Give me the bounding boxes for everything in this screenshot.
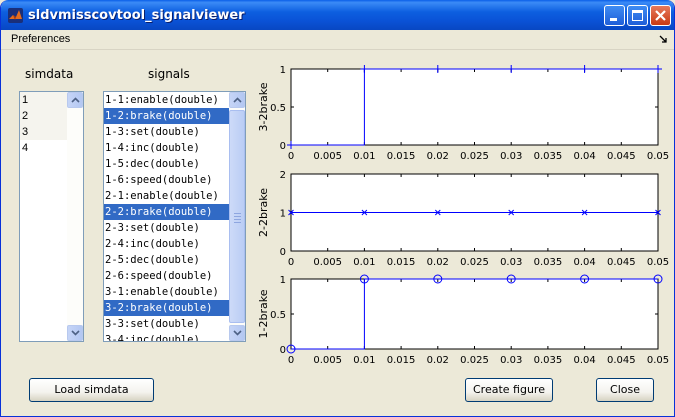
- y-tick-label: 0: [280, 345, 286, 356]
- x-tick-label: 0.03: [500, 355, 522, 366]
- close-button[interactable]: Close: [596, 378, 654, 402]
- y-tick-label: 0: [280, 247, 286, 258]
- x-tick-label: 0: [288, 151, 294, 162]
- x-tick-label: 0.005: [313, 151, 342, 162]
- x-tick-label: 0.02: [427, 355, 449, 366]
- x-tick-label: 0.04: [573, 257, 595, 268]
- x-tick-label: 0: [288, 257, 294, 268]
- x-tick-label: 0.005: [313, 257, 342, 268]
- x-tick-label: 0.01: [353, 355, 375, 366]
- signal-viewer-window: sldvmisscovtool_signalviewer Preferences…: [0, 0, 675, 417]
- y-tick-label: 1: [280, 275, 286, 286]
- x-tick-label: 0.025: [460, 151, 489, 162]
- x-tick-label: 0.03: [500, 151, 522, 162]
- y-axis-label: 2-2brake: [257, 188, 270, 237]
- y-axis-label: 1-2brake: [257, 289, 270, 338]
- x-tick-label: 0.05: [647, 355, 669, 366]
- y-tick-label: 0: [280, 141, 286, 152]
- y-tick-label: 0.5: [270, 310, 286, 321]
- x-tick-label: 0.01: [353, 257, 375, 268]
- x-tick-label: 0.025: [460, 257, 489, 268]
- x-tick-label: 0.035: [534, 257, 563, 268]
- x-tick-label: 0.035: [534, 355, 563, 366]
- x-tick-label: 0.005: [313, 355, 342, 366]
- axes-box: [290, 68, 659, 146]
- x-tick-label: 0.02: [427, 151, 449, 162]
- x-tick-label: 0.02: [427, 257, 449, 268]
- load-simdata-button[interactable]: Load simdata: [29, 378, 154, 402]
- x-tick-label: 0.025: [460, 355, 489, 366]
- x-tick-label: 0.01: [353, 151, 375, 162]
- x-tick-label: 0.03: [500, 257, 522, 268]
- x-tick-label: 0.015: [387, 151, 416, 162]
- x-tick-label: 0.05: [647, 257, 669, 268]
- x-tick-label: 0.045: [607, 257, 636, 268]
- y-tick-label: 1: [280, 209, 286, 220]
- x-tick-label: 0.05: [647, 151, 669, 162]
- signal-plots: 0 0.005 0.01 0.015 0.02 0.025 0.03 0.035 0.04 0.0…: [257, 65, 669, 366]
- x-tick-label: 0.04: [573, 355, 595, 366]
- axes-box: [290, 278, 659, 350]
- x-tick-label: 0.04: [573, 151, 595, 162]
- x-tick-label: 0.035: [534, 151, 563, 162]
- y-axis-label: 3-2brake: [257, 82, 270, 131]
- y-tick-label: 2: [280, 170, 286, 181]
- x-tick-label: 0.045: [607, 355, 636, 366]
- create-figure-button[interactable]: Create figure: [465, 378, 553, 402]
- x-tick-label: 0.045: [607, 151, 636, 162]
- y-tick-label: 1: [280, 65, 286, 76]
- y-tick-label: 0.5: [270, 103, 286, 114]
- x-tick-label: 0: [288, 355, 294, 366]
- x-tick-label: 0.015: [387, 355, 416, 366]
- x-tick-label: 0.015: [387, 257, 416, 268]
